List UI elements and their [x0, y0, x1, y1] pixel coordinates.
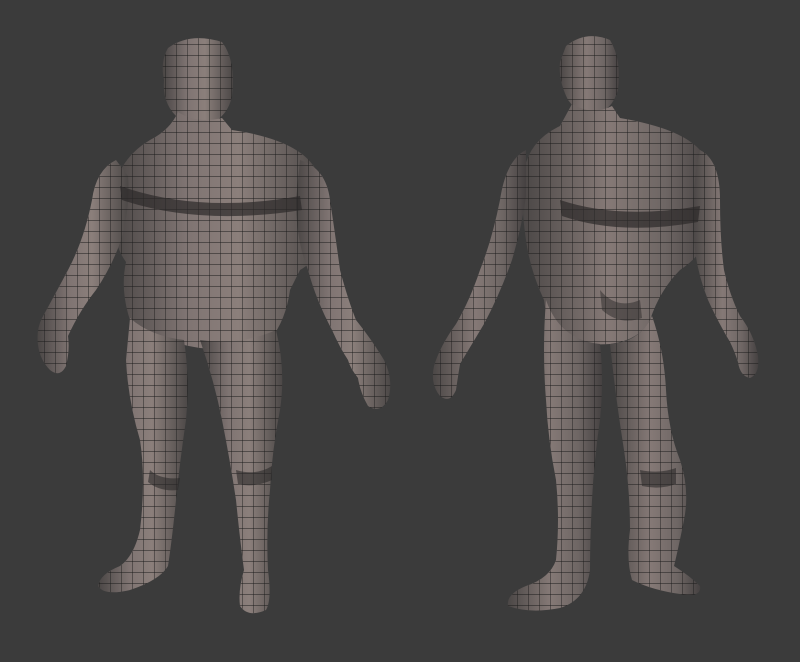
wireframe-humanoid-back-icon — [432, 36, 759, 611]
scene-canvas — [37, 36, 759, 614]
wireframe-humanoid-front-icon — [37, 38, 391, 614]
render-viewport — [0, 0, 800, 662]
